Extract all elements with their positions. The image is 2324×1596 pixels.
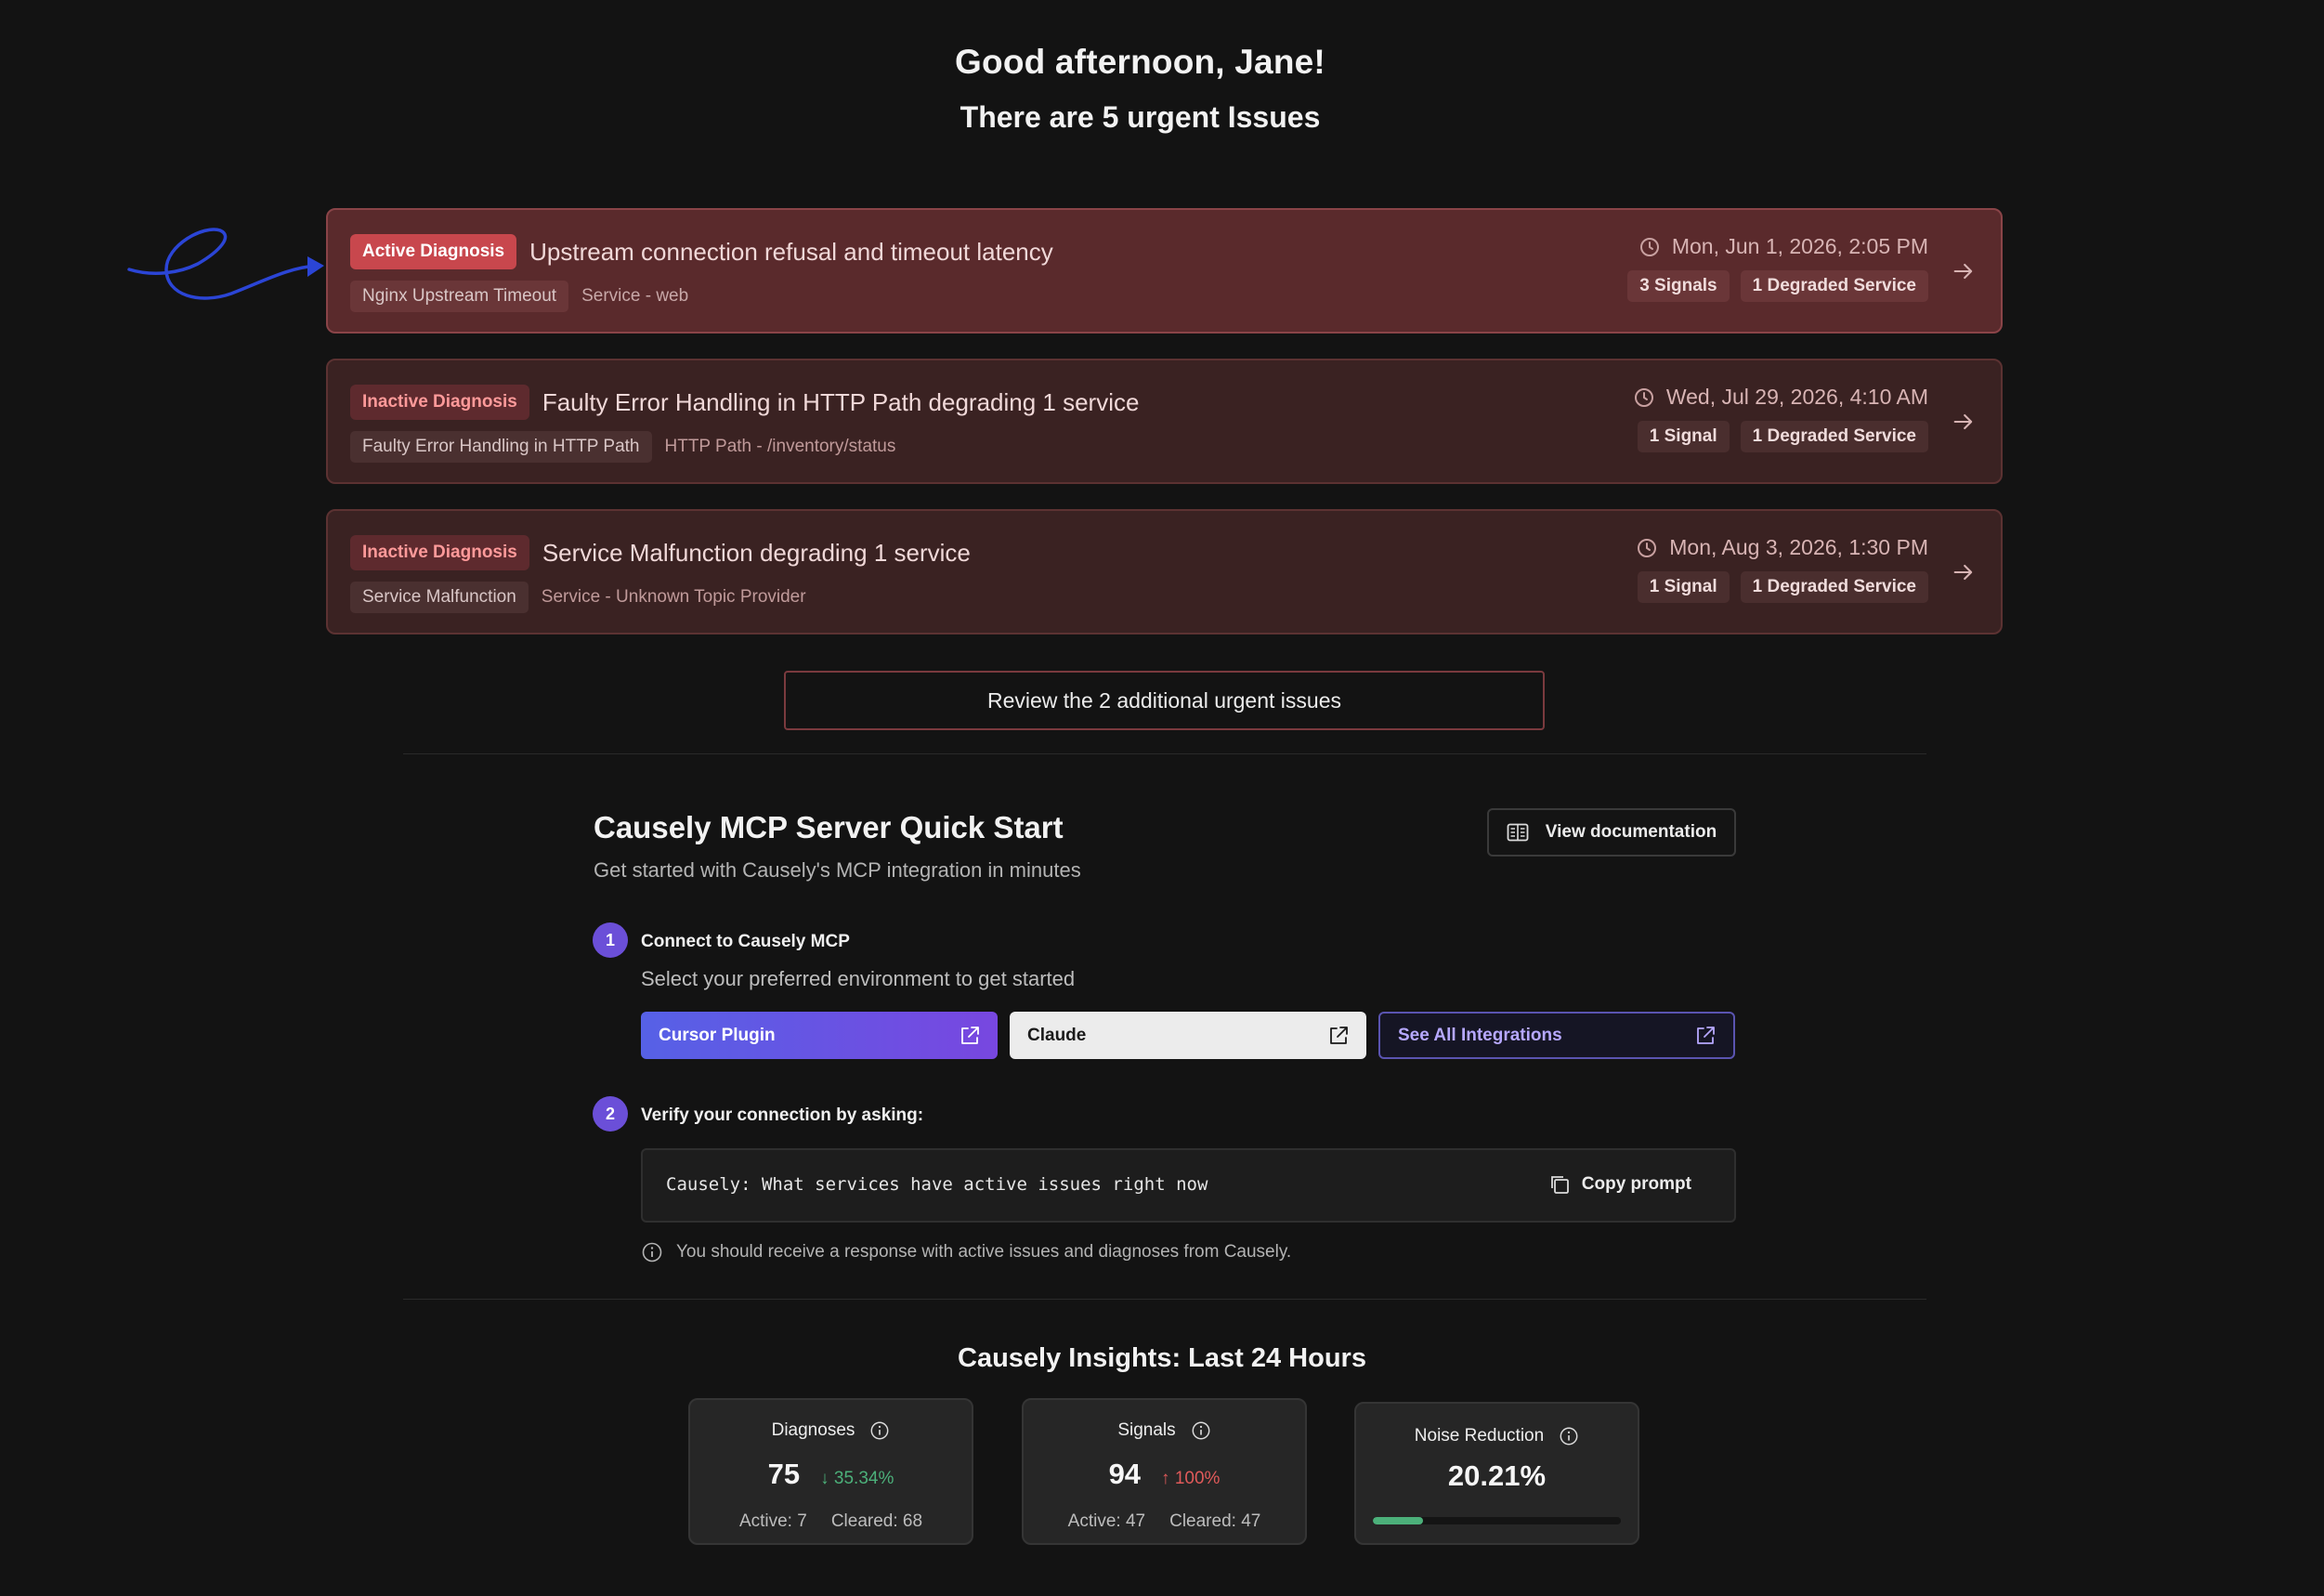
- view-documentation-button[interactable]: View documentation: [1487, 808, 1736, 857]
- degraded-count: 1 Degraded Service: [1740, 270, 1928, 302]
- noise-reduction-card: Noise Reduction 20.21%: [1354, 1402, 1639, 1545]
- prompt-text: Causely: What services have active issue…: [666, 1174, 1208, 1195]
- entity-label: Service - web: [581, 286, 689, 306]
- cleared-count: Cleared: 68: [830, 1511, 923, 1531]
- issue-title: Faulty Error Handling in HTTP Path degra…: [542, 387, 1140, 416]
- card-label: Diagnoses: [771, 1420, 855, 1440]
- step-1-description: Select your preferred environment to get…: [641, 967, 1076, 990]
- issue-card[interactable]: Active Diagnosis Upstream connection ref…: [326, 208, 2003, 334]
- step-2-badge: 2: [593, 1096, 628, 1132]
- copy-prompt-label: Copy prompt: [1581, 1174, 1691, 1194]
- card-value: 94: [1108, 1458, 1142, 1490]
- signals-count: 1 Signal: [1637, 421, 1730, 452]
- copy-prompt-button[interactable]: Copy prompt: [1548, 1173, 1691, 1196]
- degraded-count: 1 Degraded Service: [1740, 571, 1928, 603]
- see-all-integrations-button[interactable]: See All Integrations: [1378, 1012, 1735, 1059]
- urgent-issues-list: Active Diagnosis Upstream connection ref…: [326, 208, 2003, 660]
- signals-card: Signals 94 ↑ 100% Active: 47 Cleared: 47: [1022, 1398, 1307, 1545]
- clock-icon: [1634, 387, 1653, 407]
- see-all-integrations-label: See All Integrations: [1398, 1025, 1562, 1045]
- quickstart-title: Causely MCP Server Quick Start: [594, 810, 1064, 844]
- view-documentation-label: View documentation: [1545, 822, 1717, 842]
- section-divider: [403, 1299, 1926, 1300]
- status-badge: Inactive Diagnosis: [350, 535, 529, 570]
- greeting-title: Good afternoon, Jane!: [955, 43, 1325, 81]
- step-1-title: Connect to Causely MCP: [641, 932, 850, 951]
- arrow-right-icon[interactable]: [1951, 559, 1977, 585]
- issue-date: Wed, Jul 29, 2026, 4:10 AM: [1665, 385, 1928, 409]
- claude-button[interactable]: Claude: [1010, 1012, 1366, 1059]
- claude-label: Claude: [1027, 1025, 1087, 1045]
- external-link-icon: [961, 1026, 979, 1044]
- clock-icon: [1639, 237, 1659, 256]
- noise-reduction-progress: [1373, 1517, 1621, 1524]
- active-count: Active: 7: [738, 1511, 807, 1531]
- cleared-count: Cleared: 47: [1169, 1511, 1261, 1531]
- step-2-title: Verify your connection by asking:: [641, 1105, 924, 1125]
- signals-count: 3 Signals: [1627, 270, 1730, 302]
- trend-indicator: ↓ 35.34%: [820, 1469, 894, 1488]
- verification-hint-text: You should receive a response with activ…: [676, 1242, 1292, 1262]
- copy-icon: [1550, 1176, 1569, 1194]
- symptom-tag: Nginx Upstream Timeout: [350, 281, 569, 312]
- review-additional-issues-button[interactable]: Review the 2 additional urgent issues: [784, 671, 1545, 730]
- active-count: Active: 47: [1067, 1511, 1146, 1531]
- trend-indicator: ↑ 100%: [1161, 1469, 1221, 1488]
- issue-card[interactable]: Inactive Diagnosis Faulty Error Handling…: [326, 359, 2003, 484]
- greeting-header: Good afternoon, Jane! There are 5 urgent…: [0, 43, 2280, 135]
- prompt-box: Causely: What services have active issue…: [641, 1148, 1736, 1223]
- arrow-right-icon[interactable]: [1951, 258, 1977, 284]
- clock-icon: [1638, 538, 1657, 557]
- card-label: Noise Reduction: [1414, 1426, 1545, 1446]
- degraded-count: 1 Degraded Service: [1740, 421, 1928, 452]
- card-label: Signals: [1117, 1420, 1176, 1440]
- section-divider: [403, 753, 1926, 754]
- issue-title: Service Malfunction degrading 1 service: [542, 538, 971, 567]
- entity-label: HTTP Path - /inventory/status: [664, 437, 896, 456]
- symptom-tag: Faulty Error Handling in HTTP Path: [350, 431, 652, 463]
- issue-title: Upstream connection refusal and timeout …: [529, 237, 1053, 266]
- signals-count: 1 Signal: [1637, 571, 1730, 603]
- issue-card[interactable]: Inactive Diagnosis Service Malfunction d…: [326, 509, 2003, 634]
- card-value: 75: [767, 1458, 801, 1490]
- progress-fill: [1373, 1517, 1423, 1524]
- cursor-plugin-button[interactable]: Cursor Plugin: [641, 1012, 998, 1059]
- info-icon: [642, 1242, 662, 1262]
- diagnoses-card: Diagnoses 75 ↓ 35.34% Active: 7 Cleared:…: [688, 1398, 973, 1545]
- entity-label: Service - Unknown Topic Provider: [541, 587, 806, 607]
- verification-hint: You should receive a response with activ…: [641, 1241, 1291, 1263]
- card-value: 20.21%: [1447, 1459, 1547, 1492]
- external-link-icon: [1697, 1026, 1715, 1044]
- cursor-plugin-label: Cursor Plugin: [659, 1025, 776, 1045]
- info-icon[interactable]: [1559, 1426, 1579, 1446]
- quickstart-subtitle: Get started with Causely's MCP integrati…: [594, 858, 1081, 882]
- status-badge: Active Diagnosis: [350, 234, 517, 269]
- info-icon[interactable]: [869, 1420, 890, 1441]
- insights-title: Causely Insights: Last 24 Hours: [958, 1343, 1366, 1373]
- issue-date: Mon, Jun 1, 2026, 2:05 PM: [1671, 234, 1928, 258]
- status-badge: Inactive Diagnosis: [350, 385, 529, 420]
- annotation-arrow: [127, 228, 324, 300]
- book-icon: [1507, 823, 1529, 842]
- external-link-icon: [1330, 1026, 1348, 1044]
- info-icon[interactable]: [1191, 1420, 1211, 1441]
- symptom-tag: Service Malfunction: [350, 582, 529, 613]
- urgent-count-subtitle: There are 5 urgent Issues: [960, 100, 1321, 134]
- step-1-badge: 1: [593, 922, 628, 958]
- arrow-right-icon[interactable]: [1951, 409, 1977, 435]
- issue-date: Mon, Aug 3, 2026, 1:30 PM: [1669, 535, 1928, 559]
